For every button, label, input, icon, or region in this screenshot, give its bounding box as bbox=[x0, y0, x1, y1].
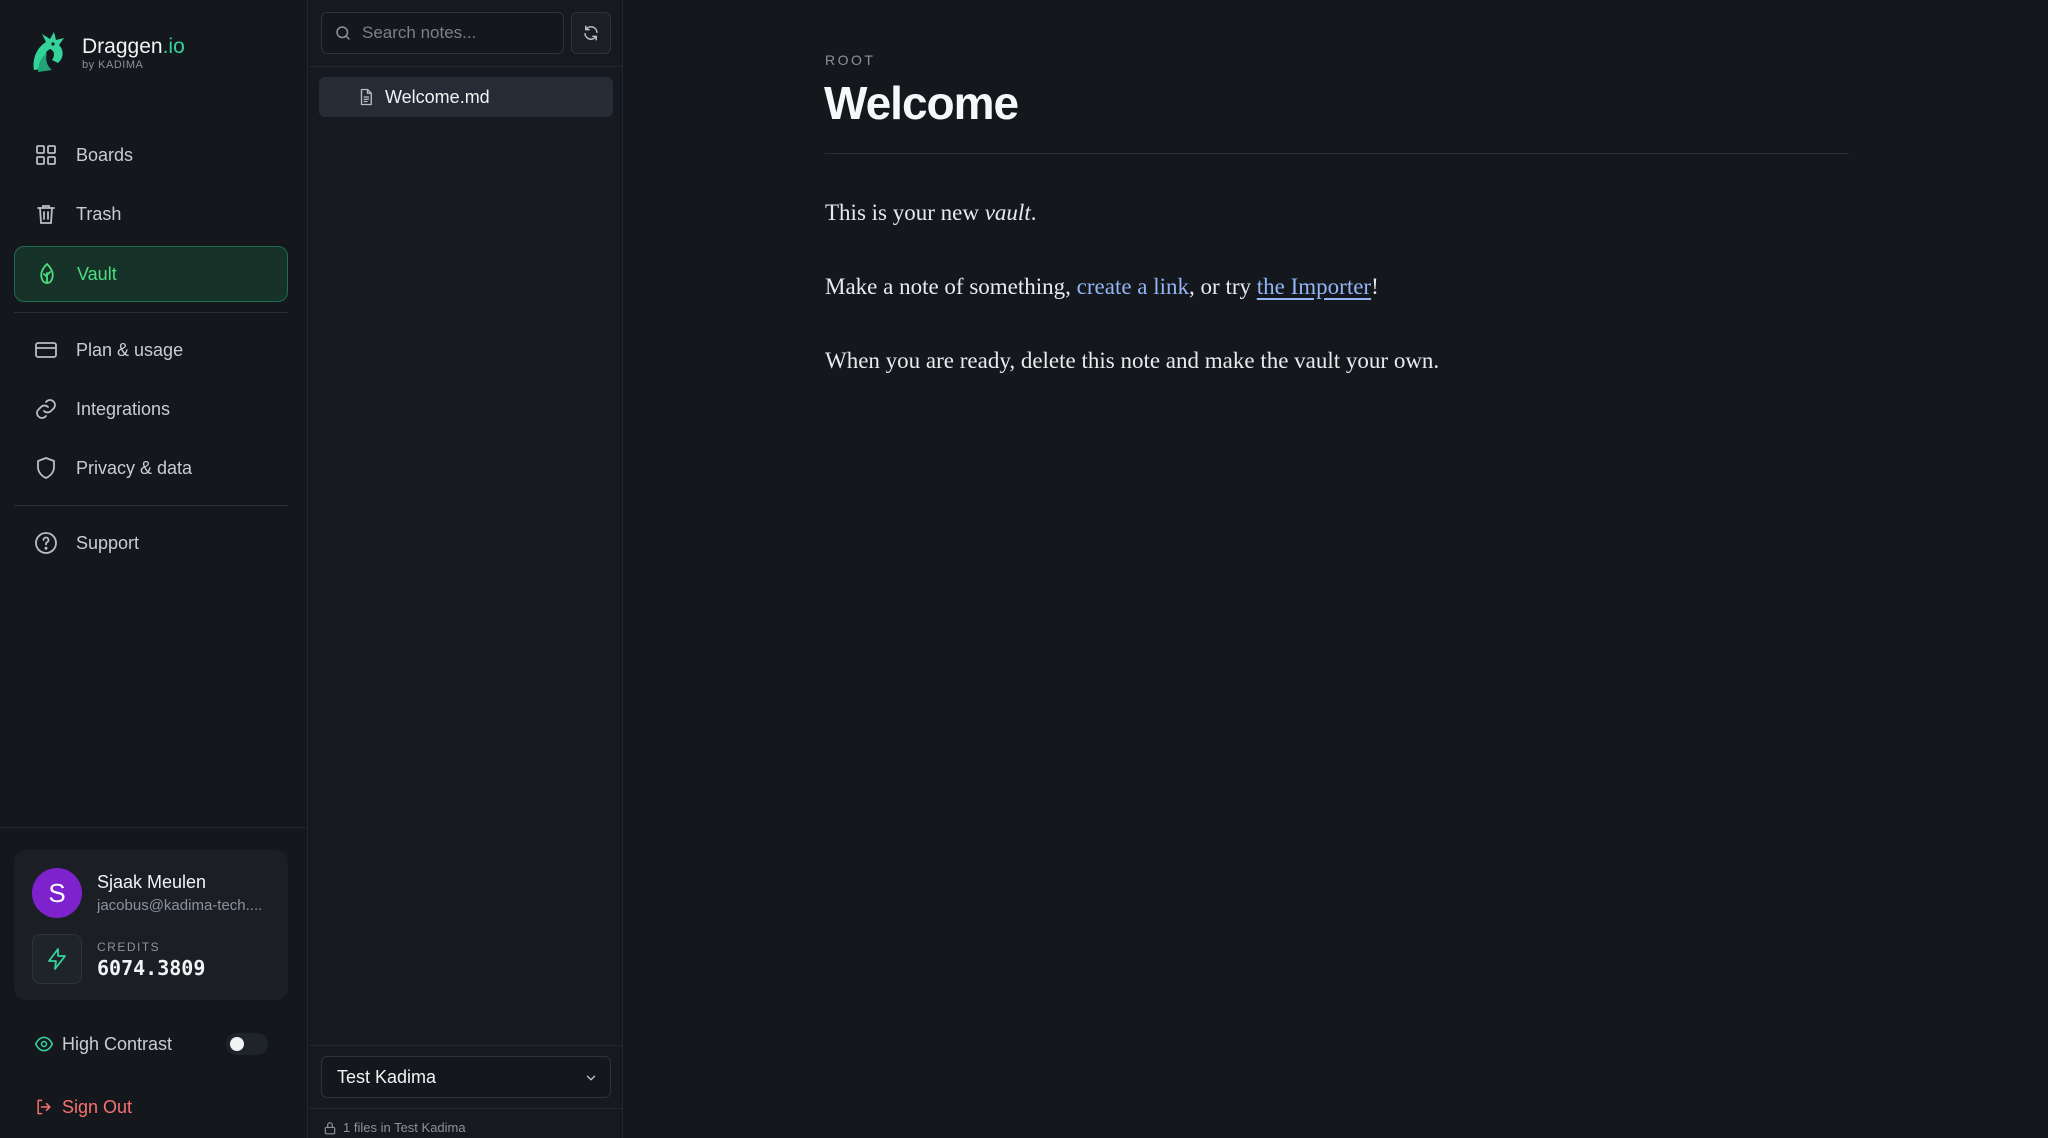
sign-out-button[interactable]: Sign Out bbox=[34, 1095, 132, 1119]
link-icon bbox=[36, 399, 56, 419]
eye-icon bbox=[34, 1036, 54, 1052]
refresh-icon bbox=[584, 25, 598, 41]
credits-badge bbox=[32, 934, 82, 984]
credits-label: CREDITS bbox=[97, 940, 161, 954]
paragraph-3: When you are ready, delete this note and… bbox=[825, 348, 1440, 373]
sidebar-item-privacy-data[interactable]: Privacy & data bbox=[14, 440, 288, 496]
importer-link[interactable]: the Importer bbox=[1257, 274, 1371, 299]
sign-out-label: Sign Out bbox=[62, 1096, 133, 1117]
search-box[interactable] bbox=[321, 12, 564, 54]
user-email: jacobus@kadima-tech.... bbox=[97, 897, 263, 914]
brand-subtitle: by KADIMA bbox=[82, 59, 144, 71]
notes-panel: Welcome.md Test Kadima 1 files in Test K… bbox=[309, 0, 623, 1138]
credits-value: 6074.3809 bbox=[97, 956, 206, 980]
logout-icon bbox=[37, 1099, 51, 1115]
file-count-text: 1 files in Test Kadima bbox=[343, 1120, 466, 1135]
high-contrast-label: High Contrast bbox=[62, 1033, 173, 1054]
sidebar-item-label: Boards bbox=[76, 144, 134, 165]
paragraph-2: Make a note of something, create a link,… bbox=[825, 274, 1379, 299]
high-contrast-toggle[interactable] bbox=[226, 1033, 268, 1055]
trash-icon bbox=[37, 205, 55, 224]
leaf-icon bbox=[40, 263, 54, 284]
nav-divider bbox=[14, 505, 288, 506]
chevron-down-icon bbox=[586, 1075, 596, 1081]
user-name: Sjaak Meulen bbox=[97, 872, 207, 892]
sidebar-item-label: Vault bbox=[77, 263, 117, 284]
page-title: Welcome bbox=[824, 77, 1019, 129]
title-divider bbox=[825, 153, 1849, 154]
sidebar-item-boards[interactable]: Boards bbox=[14, 127, 288, 183]
lightning-icon bbox=[48, 948, 66, 970]
refresh-button[interactable] bbox=[571, 12, 611, 54]
notes-divider bbox=[309, 66, 623, 67]
sidebar-item-label: Trash bbox=[76, 203, 122, 224]
dragon-logo-icon bbox=[33, 32, 64, 72]
avatar[interactable]: S bbox=[32, 868, 82, 918]
file-count: 1 files in Test Kadima bbox=[323, 1120, 466, 1135]
user-card[interactable]: S Sjaak Meulen jacobus@kadima-tech.... C… bbox=[14, 850, 288, 1000]
card-icon bbox=[35, 342, 57, 358]
sidebar-item-vault[interactable]: Vault bbox=[14, 246, 288, 302]
notes-footer-divider-2 bbox=[309, 1108, 623, 1109]
brand[interactable]: Draggen.io by KADIMA bbox=[28, 30, 185, 76]
toggle-knob bbox=[230, 1037, 244, 1051]
sidebar-item-label: Plan & usage bbox=[76, 339, 184, 360]
file-name: Welcome.md bbox=[385, 86, 490, 107]
nav-divider bbox=[14, 312, 288, 313]
file-item-welcome[interactable]: Welcome.md bbox=[319, 77, 613, 117]
create-link-link[interactable]: create a link bbox=[1077, 274, 1189, 299]
search-icon bbox=[336, 26, 350, 40]
paragraph-1: This is your new vault. bbox=[825, 200, 1037, 225]
sidebar-item-integrations[interactable]: Integrations bbox=[14, 381, 288, 437]
sidebar-item-support[interactable]: Support bbox=[14, 515, 288, 571]
sidebar-item-plan-usage[interactable]: Plan & usage bbox=[14, 322, 288, 378]
shield-icon bbox=[37, 457, 55, 479]
document-view: ROOT Welcome This is your new vault. Mak… bbox=[624, 0, 2048, 1138]
help-icon bbox=[35, 532, 57, 554]
lock-icon bbox=[324, 1121, 336, 1134]
sidebar-divider bbox=[0, 827, 308, 828]
sidebar-item-label: Privacy & data bbox=[76, 457, 193, 478]
search-input[interactable] bbox=[362, 23, 557, 43]
grid-icon bbox=[36, 145, 56, 165]
sidebar: Draggen.io by KADIMA Boards Trash Vault … bbox=[0, 0, 308, 1138]
sidebar-item-label: Integrations bbox=[76, 398, 171, 419]
notes-footer-divider bbox=[309, 1045, 623, 1046]
high-contrast-setting: High Contrast bbox=[34, 1032, 172, 1056]
breadcrumb[interactable]: ROOT bbox=[825, 52, 875, 68]
vault-select[interactable]: Test Kadima bbox=[321, 1056, 611, 1098]
sidebar-item-trash[interactable]: Trash bbox=[14, 186, 288, 242]
brand-name: Draggen.io bbox=[82, 35, 185, 58]
vault-select-value: Test Kadima bbox=[337, 1066, 437, 1087]
file-icon bbox=[360, 88, 372, 106]
sidebar-item-label: Support bbox=[76, 532, 140, 553]
